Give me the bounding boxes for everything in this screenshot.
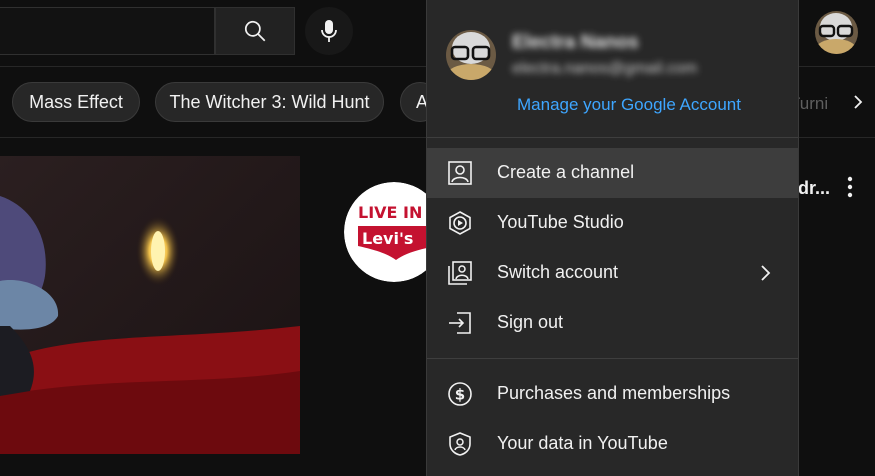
menu-item-label: Your data in YouTube xyxy=(497,433,668,453)
manage-account-link[interactable]: Manage your Google Account xyxy=(517,95,741,115)
menu-item-youtube-studio[interactable]: YouTube Studio xyxy=(427,198,798,248)
menu-avatar xyxy=(446,30,496,80)
person-square-icon xyxy=(448,161,472,185)
menu-item-create-channel[interactable]: Create a channel xyxy=(427,148,798,198)
chip-mass-effect[interactable]: Mass Effect xyxy=(12,82,140,122)
video-title[interactable]: dr... xyxy=(798,178,830,199)
menu-item-label: YouTube Studio xyxy=(497,212,624,232)
studio-hexagon-icon xyxy=(449,211,471,235)
microphone-icon xyxy=(321,20,337,42)
video-more-button[interactable] xyxy=(838,174,862,200)
account-email: electra.nanos@gmail.com xyxy=(512,60,698,77)
search-input[interactable] xyxy=(0,7,215,55)
menu-item-label: Sign out xyxy=(497,312,564,332)
menu-item-sign-out[interactable]: Sign out xyxy=(427,298,798,348)
menu-divider xyxy=(427,137,798,138)
menu-item-label: Purchases and memberships xyxy=(497,383,731,403)
more-vertical-icon xyxy=(847,176,853,198)
search-icon xyxy=(244,20,266,42)
voice-search-button[interactable] xyxy=(305,7,353,55)
svg-text:LIVE IN: LIVE IN xyxy=(358,203,422,222)
switch-account-icon xyxy=(448,261,472,285)
menu-divider xyxy=(427,358,798,359)
svg-text:$: $ xyxy=(455,386,465,404)
chip-witcher-3[interactable]: The Witcher 3: Wild Hunt xyxy=(155,82,384,122)
menu-item-switch-account[interactable]: Switch account xyxy=(427,248,798,298)
avatar xyxy=(446,30,496,80)
thumbnail-image xyxy=(0,156,300,454)
menu-item-label: Switch account xyxy=(497,262,619,282)
video-thumbnail[interactable] xyxy=(0,156,300,454)
account-menu: Electra Nanos electra.nanos@gmail.com Ma… xyxy=(426,0,799,476)
account-name: Electra Nanos xyxy=(512,32,639,53)
avatar xyxy=(815,11,858,54)
dollar-circle-icon: $ xyxy=(448,382,472,406)
account-avatar-button[interactable] xyxy=(815,11,858,54)
chips-next-button[interactable] xyxy=(845,89,871,115)
chevron-right-icon xyxy=(761,265,771,281)
menu-item-your-data[interactable]: Your data in YouTube xyxy=(427,419,798,469)
sign-out-icon xyxy=(449,312,471,334)
menu-item-purchases[interactable]: $ Purchases and memberships xyxy=(427,369,798,419)
shield-person-icon xyxy=(449,432,471,456)
search-button[interactable] xyxy=(215,7,295,55)
svg-text:Levi's: Levi's xyxy=(362,229,413,248)
chevron-right-icon xyxy=(854,95,863,109)
menu-item-label: Create a channel xyxy=(497,162,635,182)
